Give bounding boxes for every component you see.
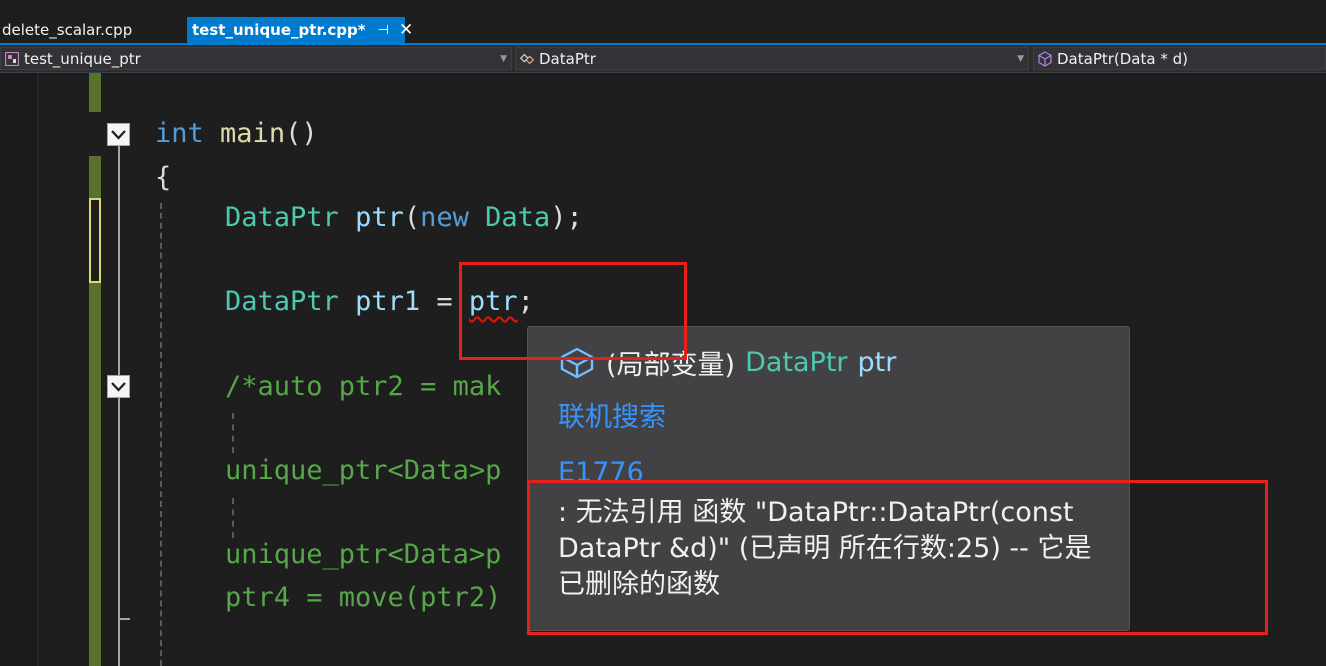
tab-label: delete_scalar.cpp	[2, 21, 133, 39]
change-bar-saved	[89, 73, 101, 112]
fold-guide-line	[118, 146, 120, 375]
indent-guide	[232, 413, 234, 453]
type-name: DataPtr	[225, 202, 339, 233]
chevron-down-icon: ▼	[1017, 54, 1024, 64]
online-search-link[interactable]: 联机搜索	[558, 395, 666, 434]
scope-label: DataPtr	[539, 49, 596, 68]
method-icon	[1037, 50, 1053, 67]
operator: =	[436, 286, 453, 317]
indent-guide	[160, 203, 162, 666]
project-icon	[4, 51, 20, 67]
punctuation: (	[403, 202, 421, 233]
function-name: main	[220, 118, 286, 149]
variable: ptr1	[355, 286, 421, 317]
document-tab-bar: delete_scalar.cpp test_unique_ptr.cpp* ⊣…	[0, 0, 1326, 45]
fold-guide-line	[118, 398, 120, 666]
keyword: new	[420, 202, 469, 233]
code-line-open-brace[interactable]: {	[155, 161, 171, 195]
change-bar-saved	[89, 156, 101, 198]
change-bar-unsaved	[89, 198, 101, 283]
margin-divider	[37, 73, 38, 666]
annotation-highlight-box	[459, 262, 687, 360]
punctuation: );	[550, 202, 583, 233]
fold-end-tick	[118, 618, 130, 620]
collapse-icon[interactable]	[107, 123, 130, 146]
code-line-unique-ptr[interactable]: unique_ptr<Data>p	[225, 454, 501, 488]
indent-guide	[232, 498, 234, 538]
tab-label: test_unique_ptr.cpp*	[192, 21, 366, 39]
class-icon	[519, 51, 535, 67]
member-dropdown[interactable]: DataPtr(Data * d)	[1033, 47, 1326, 70]
punctuation: ()	[285, 118, 318, 149]
navigation-bar: test_unique_ptr ▼ DataPtr ▼ DataPtr(Data…	[0, 45, 1326, 73]
collapse-icon[interactable]	[107, 375, 130, 398]
code-line-main[interactable]: int main()	[155, 117, 318, 151]
close-icon[interactable]: ✕	[399, 20, 413, 40]
tab-test-unique-ptr[interactable]: test_unique_ptr.cpp* ⊣ ✕	[187, 17, 413, 43]
keyword: int	[155, 118, 204, 149]
indicator-margin	[0, 73, 38, 666]
project-label: test_unique_ptr	[24, 49, 141, 68]
type-name: Data	[485, 202, 551, 233]
annotation-highlight-box	[527, 480, 1268, 635]
pin-icon[interactable]: ⊣	[378, 23, 389, 38]
tooltip-type: DataPtr	[745, 347, 848, 378]
chevron-down-icon: ▼	[500, 54, 507, 64]
scope-dropdown[interactable]: DataPtr ▼	[515, 47, 1029, 70]
project-dropdown[interactable]: test_unique_ptr ▼	[0, 47, 512, 70]
member-label: DataPtr(Data * d)	[1057, 49, 1188, 68]
variable: ptr	[355, 202, 404, 233]
code-line-comment[interactable]: /*auto ptr2 = mak	[225, 370, 501, 404]
change-bar-saved	[89, 283, 101, 666]
code-line-move[interactable]: ptr4 = move(ptr2)	[225, 581, 501, 615]
code-line-ptr-decl[interactable]: DataPtr ptr(new Data);	[225, 201, 583, 235]
tab-delete-scalar[interactable]: delete_scalar.cpp	[0, 17, 188, 43]
code-line-unique-ptr[interactable]: unique_ptr<Data>p	[225, 538, 501, 572]
tooltip-variable: ptr	[857, 347, 897, 378]
type-name: DataPtr	[225, 286, 339, 317]
